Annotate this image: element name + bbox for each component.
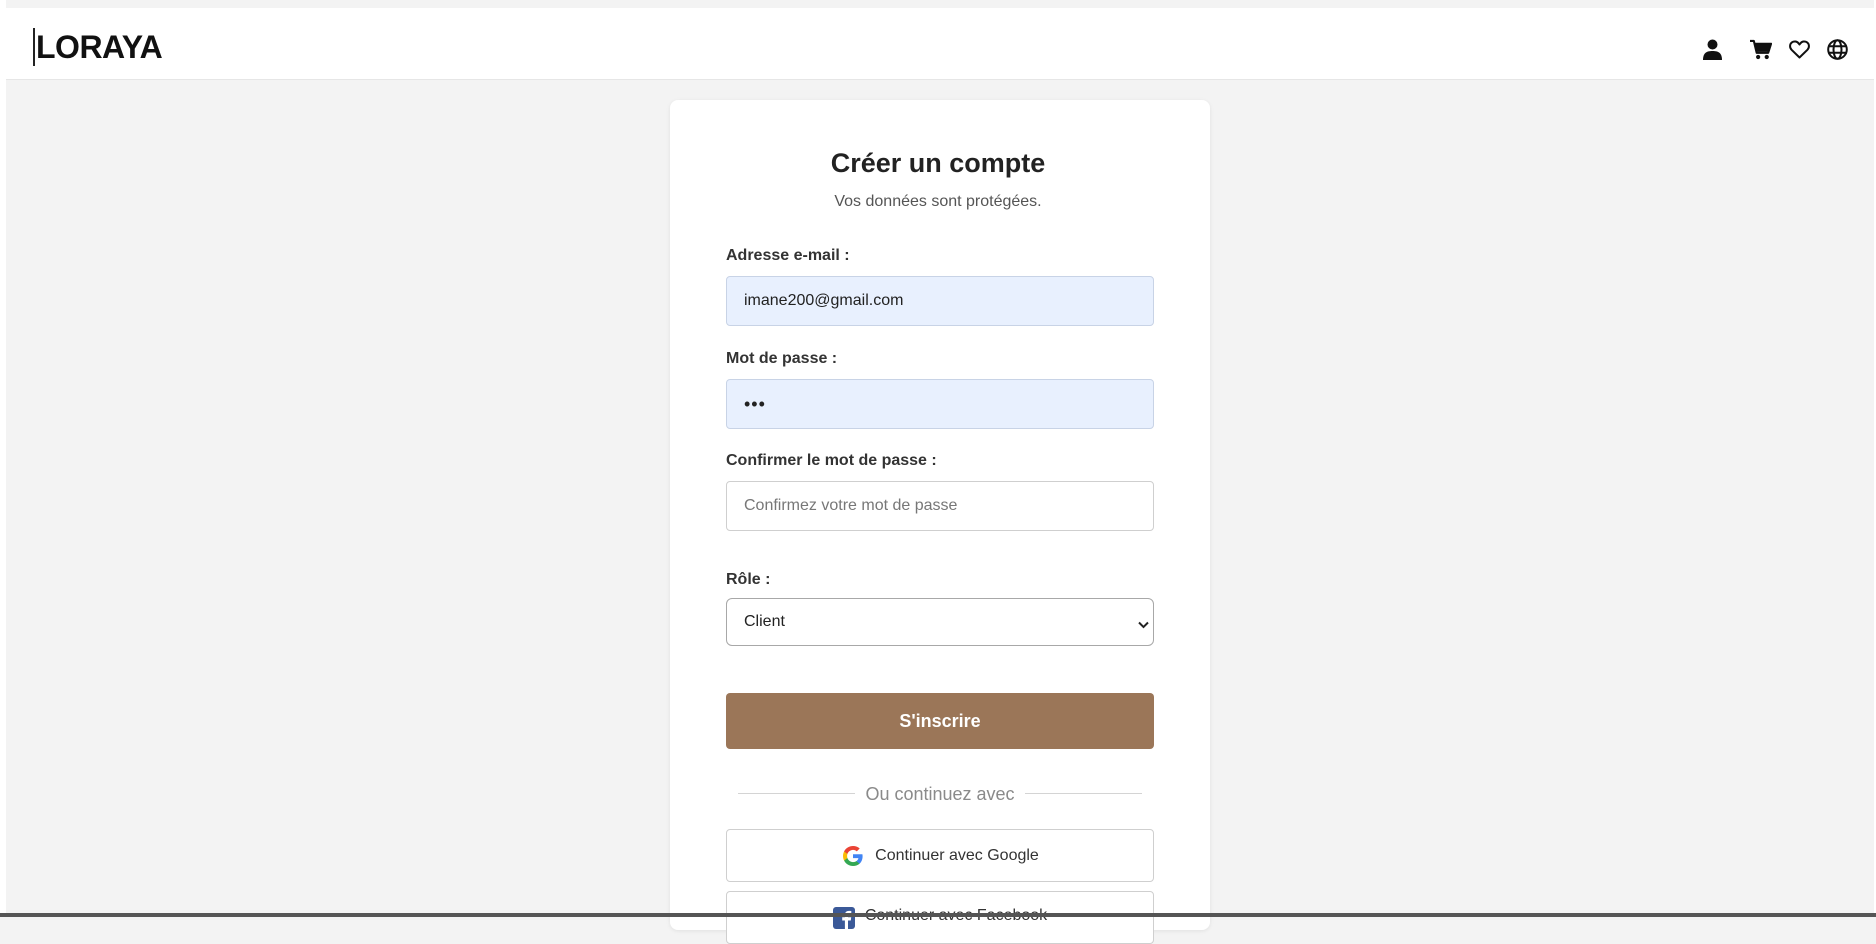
cart-icon[interactable] bbox=[1750, 38, 1772, 60]
role-select-value: Client bbox=[744, 613, 785, 630]
password-mask: ••• bbox=[744, 393, 766, 414]
nav-icons bbox=[1701, 38, 1848, 60]
top-navbar: LORAYA bbox=[6, 8, 1874, 80]
divider-text: Ou continuez avec bbox=[865, 784, 1015, 804]
taskbar-strip bbox=[0, 913, 1876, 917]
email-label: Adresse e-mail : bbox=[726, 247, 850, 264]
page-title: Créer un compte bbox=[830, 148, 1046, 178]
user-icon[interactable] bbox=[1701, 38, 1723, 60]
brand-logo[interactable]: LORAYA bbox=[33, 28, 163, 66]
heart-icon[interactable] bbox=[1788, 38, 1810, 60]
globe-icon[interactable] bbox=[1826, 38, 1848, 60]
google-signin-label: Continuer avec Google bbox=[875, 846, 1039, 864]
signup-button[interactable]: S'inscrire bbox=[726, 693, 1154, 749]
page-subtitle: Vos données sont protégées. bbox=[834, 193, 1042, 210]
facebook-signin-button[interactable]: Continuer avec Facebook bbox=[726, 891, 1154, 944]
role-select[interactable]: Client bbox=[726, 598, 1154, 646]
confirm-password-field[interactable] bbox=[726, 481, 1154, 531]
password-label: Mot de passe : bbox=[726, 350, 838, 367]
password-field[interactable]: ••• bbox=[726, 379, 1154, 429]
role-label: Rôle : bbox=[726, 571, 771, 588]
email-field[interactable] bbox=[726, 276, 1154, 326]
google-icon bbox=[841, 844, 865, 868]
window-edge-left bbox=[0, 0, 6, 917]
confirm-password-label: Confirmer le mot de passe : bbox=[726, 452, 937, 469]
chevron-down-icon[interactable] bbox=[1138, 616, 1149, 634]
facebook-icon bbox=[832, 907, 855, 929]
google-signin-button[interactable]: Continuer avec Google bbox=[726, 829, 1154, 882]
